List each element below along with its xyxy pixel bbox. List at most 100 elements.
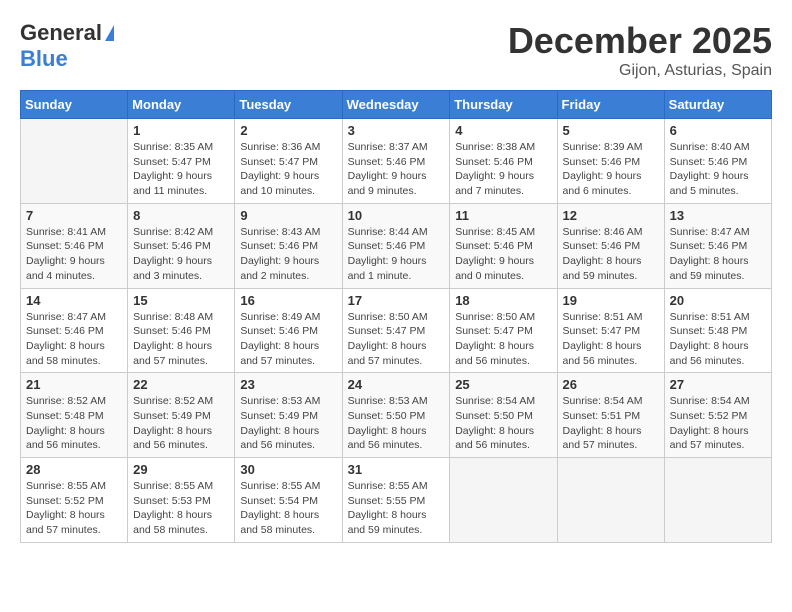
calendar-week-row: 21 Sunrise: 8:52 AM Sunset: 5:48 PM Dayli… xyxy=(21,373,772,458)
calendar-cell: 23 Sunrise: 8:53 AM Sunset: 5:49 PM Dayli… xyxy=(235,373,342,458)
calendar-cell xyxy=(21,119,128,204)
day-info: Sunrise: 8:48 AM Sunset: 5:46 PM Dayligh… xyxy=(133,310,229,369)
calendar-cell: 22 Sunrise: 8:52 AM Sunset: 5:49 PM Dayli… xyxy=(128,373,235,458)
calendar-cell: 24 Sunrise: 8:53 AM Sunset: 5:50 PM Dayli… xyxy=(342,373,450,458)
calendar-cell: 7Sunrise: 8:41 AM Sunset: 5:46 PM Daylig… xyxy=(21,203,128,288)
calendar-cell: 16Sunrise: 8:49 AM Sunset: 5:46 PM Dayli… xyxy=(235,288,342,373)
day-info: Sunrise: 8:40 AM Sunset: 5:46 PM Dayligh… xyxy=(670,140,766,199)
day-info: Sunrise: 8:45 AM Sunset: 5:46 PM Dayligh… xyxy=(455,225,551,284)
day-number: 6 xyxy=(670,123,766,138)
calendar-cell xyxy=(450,458,557,543)
day-info: Sunrise: 8:53 AM Sunset: 5:49 PM Dayligh… xyxy=(240,394,336,453)
day-info: Sunrise: 8:41 AM Sunset: 5:46 PM Dayligh… xyxy=(26,225,122,284)
day-info: Sunrise: 8:37 AM Sunset: 5:46 PM Dayligh… xyxy=(348,140,445,199)
day-number: 13 xyxy=(670,208,766,223)
day-number: 5 xyxy=(563,123,659,138)
calendar-cell: 21 Sunrise: 8:52 AM Sunset: 5:48 PM Dayli… xyxy=(21,373,128,458)
calendar-cell: 11 Sunrise: 8:45 AM Sunset: 5:46 PM Dayli… xyxy=(450,203,557,288)
calendar-cell: 13 Sunrise: 8:47 AM Sunset: 5:46 PM Dayli… xyxy=(664,203,771,288)
title-area: December 2025 Gijon, Asturias, Spain xyxy=(508,20,772,80)
day-info: Sunrise: 8:54 AM Sunset: 5:51 PM Dayligh… xyxy=(563,394,659,453)
day-info: Sunrise: 8:52 AM Sunset: 5:49 PM Dayligh… xyxy=(133,394,229,453)
day-number: 11 xyxy=(455,208,551,223)
day-number: 24 xyxy=(348,377,445,392)
day-number: 9 xyxy=(240,208,336,223)
calendar-header: SundayMondayTuesdayWednesdayThursdayFrid… xyxy=(21,91,772,119)
calendar-cell: 3 Sunrise: 8:37 AM Sunset: 5:46 PM Daylig… xyxy=(342,119,450,204)
calendar-cell: 31Sunrise: 8:55 AM Sunset: 5:55 PM Dayli… xyxy=(342,458,450,543)
day-info: Sunrise: 8:39 AM Sunset: 5:46 PM Dayligh… xyxy=(563,140,659,199)
day-number: 21 xyxy=(26,377,122,392)
day-number: 3 xyxy=(348,123,445,138)
calendar-body: 1Sunrise: 8:35 AM Sunset: 5:47 PM Daylig… xyxy=(21,119,772,543)
day-of-week-header: Sunday xyxy=(21,91,128,119)
calendar-week-row: 7Sunrise: 8:41 AM Sunset: 5:46 PM Daylig… xyxy=(21,203,772,288)
location: Gijon, Asturias, Spain xyxy=(508,62,772,80)
day-number: 12 xyxy=(563,208,659,223)
calendar-cell: 19 Sunrise: 8:51 AM Sunset: 5:47 PM Dayli… xyxy=(557,288,664,373)
logo: General Blue xyxy=(20,20,114,72)
calendar-week-row: 14 Sunrise: 8:47 AM Sunset: 5:46 PM Dayli… xyxy=(21,288,772,373)
month-title: December 2025 xyxy=(508,20,772,62)
day-number: 16 xyxy=(240,293,336,308)
calendar-cell: 4Sunrise: 8:38 AM Sunset: 5:46 PM Daylig… xyxy=(450,119,557,204)
day-number: 23 xyxy=(240,377,336,392)
calendar-cell: 29Sunrise: 8:55 AM Sunset: 5:53 PM Dayli… xyxy=(128,458,235,543)
day-number: 10 xyxy=(348,208,445,223)
day-info: Sunrise: 8:52 AM Sunset: 5:48 PM Dayligh… xyxy=(26,394,122,453)
day-number: 14 xyxy=(26,293,122,308)
day-of-week-header: Monday xyxy=(128,91,235,119)
day-info: Sunrise: 8:55 AM Sunset: 5:52 PM Dayligh… xyxy=(26,479,122,538)
day-info: Sunrise: 8:36 AM Sunset: 5:47 PM Dayligh… xyxy=(240,140,336,199)
day-info: Sunrise: 8:50 AM Sunset: 5:47 PM Dayligh… xyxy=(455,310,551,369)
day-info: Sunrise: 8:35 AM Sunset: 5:47 PM Dayligh… xyxy=(133,140,229,199)
calendar-cell: 5 Sunrise: 8:39 AM Sunset: 5:46 PM Daylig… xyxy=(557,119,664,204)
day-of-week-header: Thursday xyxy=(450,91,557,119)
calendar-cell: 2 Sunrise: 8:36 AM Sunset: 5:47 PM Daylig… xyxy=(235,119,342,204)
day-number: 17 xyxy=(348,293,445,308)
calendar-cell: 26 Sunrise: 8:54 AM Sunset: 5:51 PM Dayli… xyxy=(557,373,664,458)
day-info: Sunrise: 8:47 AM Sunset: 5:46 PM Dayligh… xyxy=(26,310,122,369)
calendar-table: SundayMondayTuesdayWednesdayThursdayFrid… xyxy=(20,90,772,543)
day-number: 20 xyxy=(670,293,766,308)
day-number: 31 xyxy=(348,462,445,477)
calendar-cell: 8Sunrise: 8:42 AM Sunset: 5:46 PM Daylig… xyxy=(128,203,235,288)
day-number: 30 xyxy=(240,462,336,477)
day-of-week-header: Tuesday xyxy=(235,91,342,119)
calendar-cell: 1Sunrise: 8:35 AM Sunset: 5:47 PM Daylig… xyxy=(128,119,235,204)
day-info: Sunrise: 8:54 AM Sunset: 5:50 PM Dayligh… xyxy=(455,394,551,453)
day-info: Sunrise: 8:47 AM Sunset: 5:46 PM Dayligh… xyxy=(670,225,766,284)
day-info: Sunrise: 8:46 AM Sunset: 5:46 PM Dayligh… xyxy=(563,225,659,284)
calendar-week-row: 1Sunrise: 8:35 AM Sunset: 5:47 PM Daylig… xyxy=(21,119,772,204)
day-number: 22 xyxy=(133,377,229,392)
calendar-cell xyxy=(557,458,664,543)
day-info: Sunrise: 8:42 AM Sunset: 5:46 PM Dayligh… xyxy=(133,225,229,284)
day-of-week-header: Wednesday xyxy=(342,91,450,119)
day-info: Sunrise: 8:43 AM Sunset: 5:46 PM Dayligh… xyxy=(240,225,336,284)
day-info: Sunrise: 8:51 AM Sunset: 5:47 PM Dayligh… xyxy=(563,310,659,369)
logo-blue-text: Blue xyxy=(20,46,68,71)
days-of-week-row: SundayMondayTuesdayWednesdayThursdayFrid… xyxy=(21,91,772,119)
logo-general-text: General xyxy=(20,20,102,46)
day-info: Sunrise: 8:51 AM Sunset: 5:48 PM Dayligh… xyxy=(670,310,766,369)
day-info: Sunrise: 8:55 AM Sunset: 5:54 PM Dayligh… xyxy=(240,479,336,538)
day-number: 25 xyxy=(455,377,551,392)
page-header: General Blue December 2025 Gijon, Asturi… xyxy=(20,20,772,80)
day-of-week-header: Saturday xyxy=(664,91,771,119)
calendar-cell: 6 Sunrise: 8:40 AM Sunset: 5:46 PM Daylig… xyxy=(664,119,771,204)
day-info: Sunrise: 8:55 AM Sunset: 5:53 PM Dayligh… xyxy=(133,479,229,538)
calendar-cell: 10 Sunrise: 8:44 AM Sunset: 5:46 PM Dayli… xyxy=(342,203,450,288)
day-number: 27 xyxy=(670,377,766,392)
day-number: 18 xyxy=(455,293,551,308)
day-of-week-header: Friday xyxy=(557,91,664,119)
calendar-cell: 14 Sunrise: 8:47 AM Sunset: 5:46 PM Dayli… xyxy=(21,288,128,373)
day-number: 19 xyxy=(563,293,659,308)
day-info: Sunrise: 8:38 AM Sunset: 5:46 PM Dayligh… xyxy=(455,140,551,199)
day-info: Sunrise: 8:50 AM Sunset: 5:47 PM Dayligh… xyxy=(348,310,445,369)
day-info: Sunrise: 8:44 AM Sunset: 5:46 PM Dayligh… xyxy=(348,225,445,284)
day-number: 2 xyxy=(240,123,336,138)
calendar-cell: 18 Sunrise: 8:50 AM Sunset: 5:47 PM Dayli… xyxy=(450,288,557,373)
day-number: 26 xyxy=(563,377,659,392)
day-info: Sunrise: 8:53 AM Sunset: 5:50 PM Dayligh… xyxy=(348,394,445,453)
calendar-cell: 25 Sunrise: 8:54 AM Sunset: 5:50 PM Dayli… xyxy=(450,373,557,458)
